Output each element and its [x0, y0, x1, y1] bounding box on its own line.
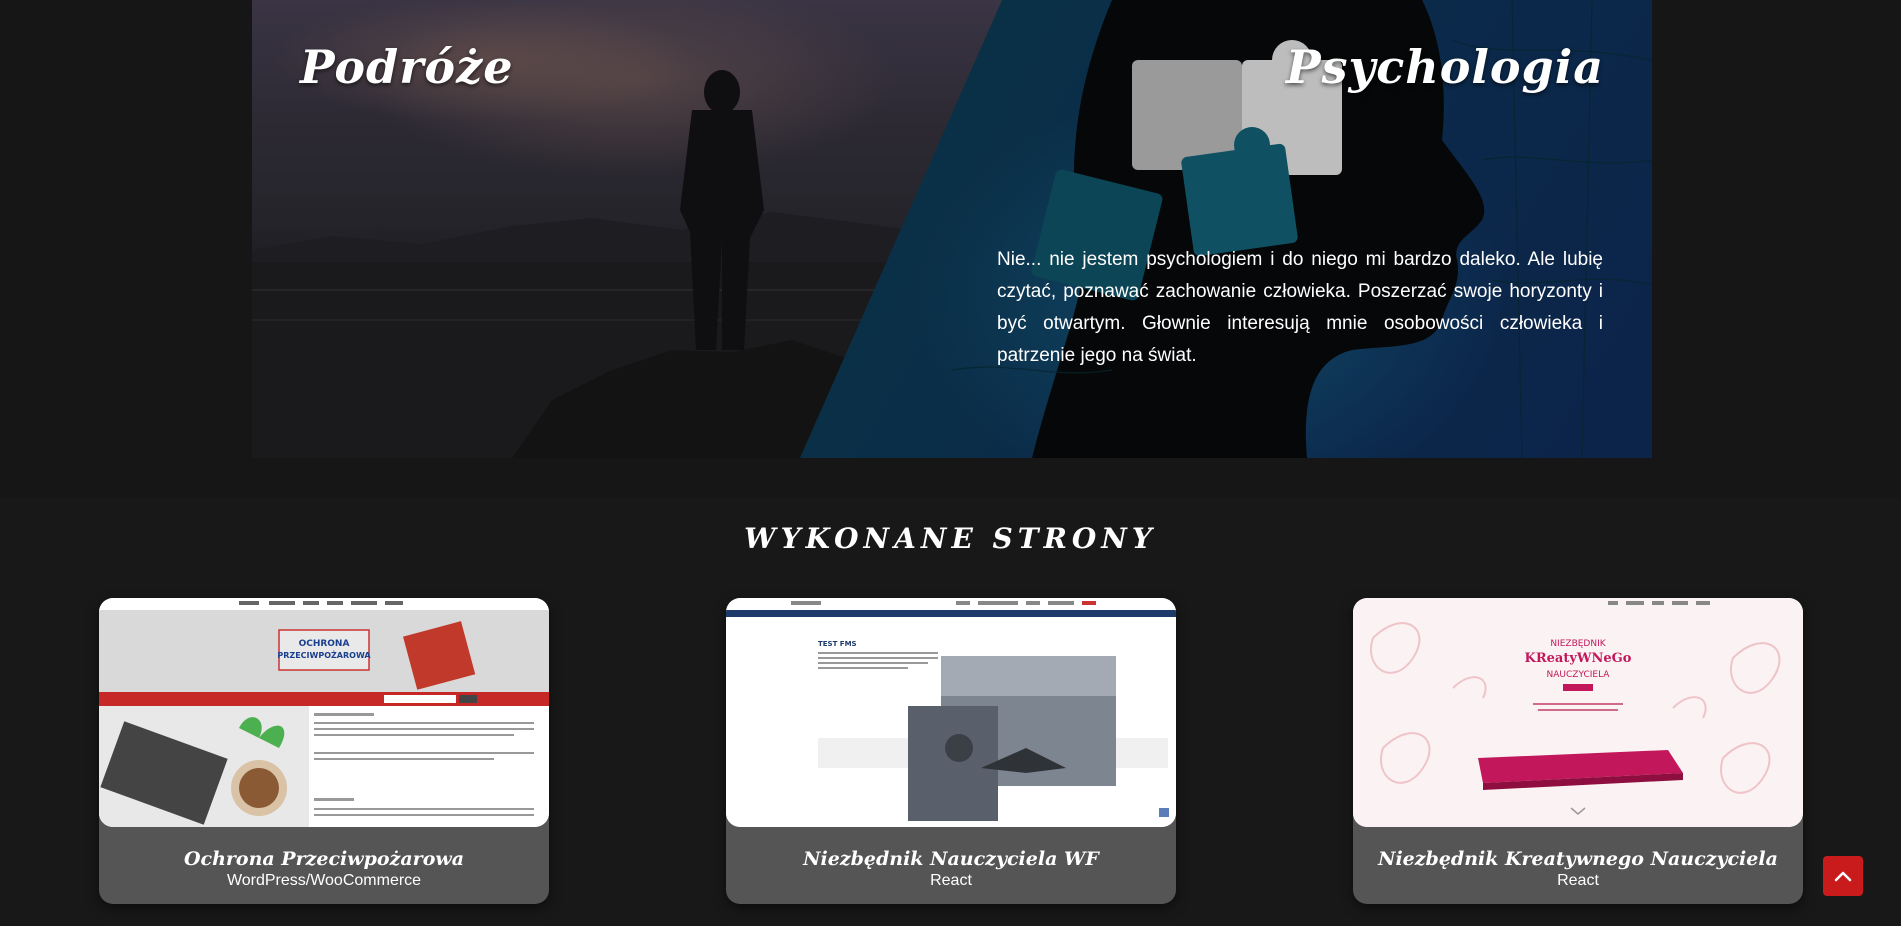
project-card-kreatywny[interactable]: NIEZBĘDNIK KReatyWNeGo NAUCZYCIELA Niezb… [1353, 598, 1803, 904]
chevron-up-icon [1834, 867, 1852, 886]
psychology-description: Nie... nie jestem psychologiem i do nieg… [997, 249, 1603, 366]
project-title: Niezbędnik Nauczyciela WF [803, 848, 1099, 870]
project-card-info: Niezbędnik Kreatywnego Nauczyciela React [1353, 827, 1803, 904]
thumb-line3: NAUCZYCIELA [1547, 670, 1611, 680]
project-title: Niezbędnik Kreatywnego Nauczyciela [1378, 848, 1778, 870]
project-thumbnail: TEST FMS [726, 598, 1176, 827]
project-tech: React [1557, 872, 1599, 889]
scroll-to-top-button[interactable] [1823, 856, 1863, 896]
project-thumbnail: OCHRONA PRZECIWPOŻAROWA [99, 598, 549, 827]
project-tech: WordPress/WooCommerce [226, 872, 422, 889]
project-card-info: Ochrona Przeciwpożarowa WordPress/WooCom… [99, 827, 549, 904]
project-card-wf[interactable]: TEST FMS Niezbędnik Nauczyciela WF React [726, 598, 1176, 904]
hero-banner: Podróże Psychologia Nie... nie jestem ps… [252, 0, 1652, 458]
projects-section: WYKONANE STRONY OCHRONA PRZECIWPOŻAROWA [0, 498, 1901, 926]
project-title: Ochrona Przeciwpożarowa [183, 848, 465, 870]
thumb-heading: TEST FMS [818, 640, 857, 648]
thumb-line2: KReatyWNeGo [1525, 651, 1632, 666]
thumb-logo-line2: PRZECIWPOŻAROWA [277, 650, 371, 660]
project-tech: React [930, 872, 972, 889]
project-thumbnail: NIEZBĘDNIK KReatyWNeGo NAUCZYCIELA [1353, 598, 1803, 827]
projects-section-title: WYKONANE STRONY [744, 522, 1157, 555]
thumb-line1: NIEZBĘDNIK [1550, 639, 1606, 649]
travel-title: Podróże [300, 40, 514, 94]
project-card-info: Niezbędnik Nauczyciela WF React [726, 827, 1176, 904]
project-card-ochrona[interactable]: OCHRONA PRZECIWPOŻAROWA Ochrona Przeciwp… [99, 598, 549, 904]
thumb-logo-line1: OCHRONA [299, 639, 350, 649]
psychology-title: Psychologia [1286, 40, 1604, 94]
